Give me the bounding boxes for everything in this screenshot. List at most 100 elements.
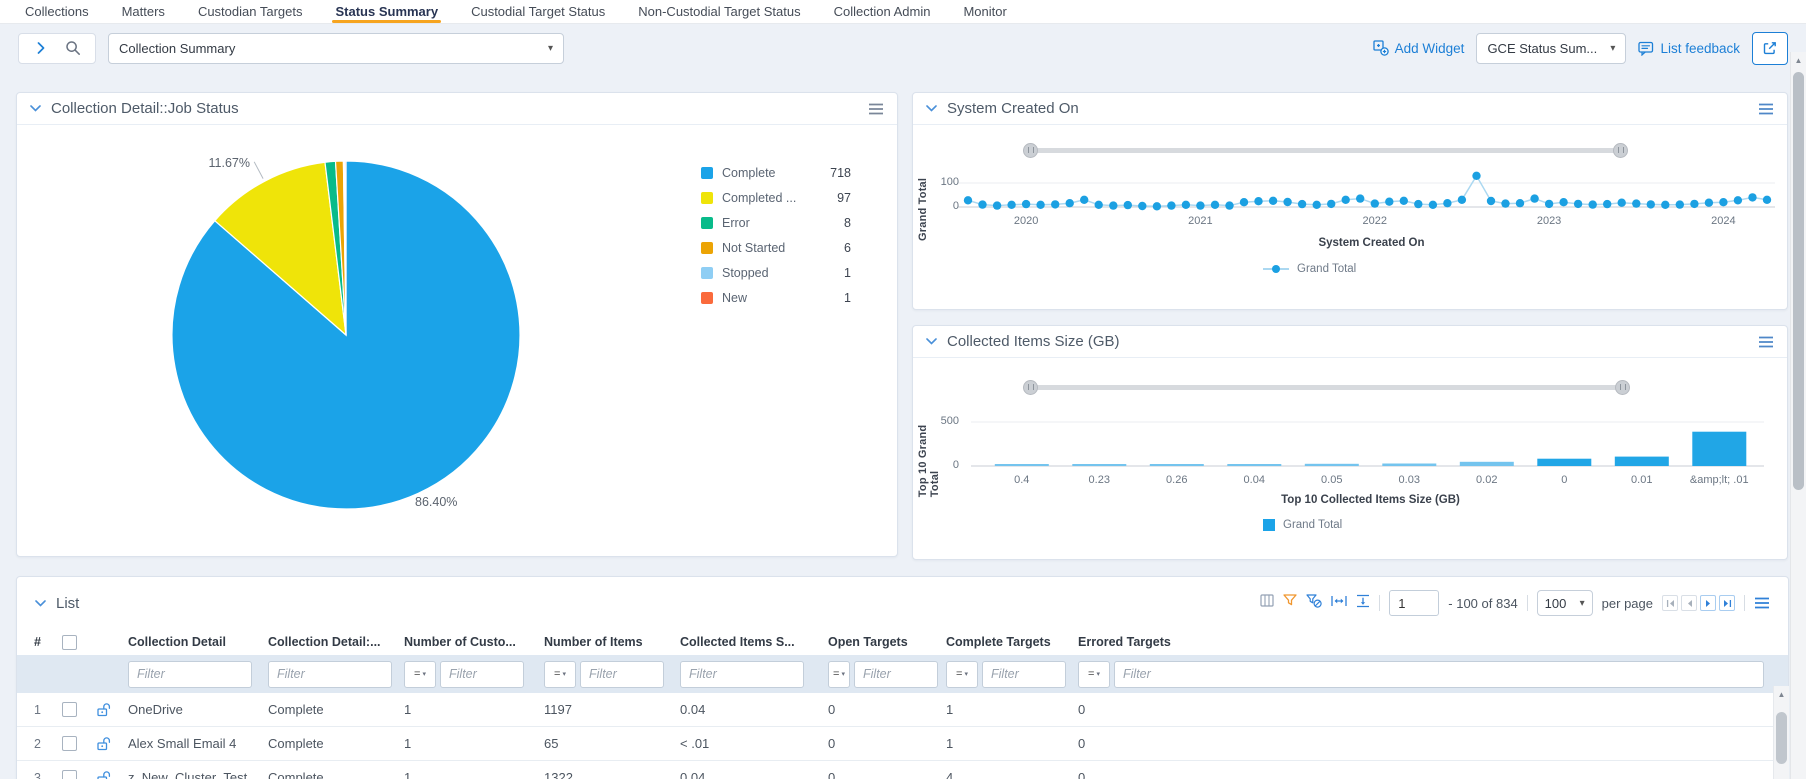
list-menu-button[interactable] [1754,597,1770,609]
chart-legend[interactable]: Grand Total [1263,263,1356,275]
bar--amp-lt-.01[interactable] [1692,431,1747,466]
line-point[interactable] [992,201,1002,210]
bar-0.02[interactable] [1459,461,1514,466]
clear-filter-button[interactable] [1306,593,1322,613]
line-point[interactable] [1486,196,1496,206]
line-point[interactable] [963,196,973,205]
line-point[interactable] [1603,199,1612,209]
line-point[interactable] [1327,199,1336,209]
line-point[interactable] [1501,199,1510,208]
bar-0.23[interactable] [1072,464,1127,466]
line-point[interactable] [1472,171,1481,180]
line-point[interactable] [1385,197,1394,206]
line-point[interactable] [1370,199,1379,208]
tab-collection-admin[interactable]: Collection Admin [834,0,931,23]
legend-item[interactable]: Error 8 [701,216,851,230]
line-point[interactable] [1617,198,1626,207]
legend-item[interactable]: Stopped 1 [701,266,851,280]
unlock-icon[interactable] [96,770,112,779]
line-point[interactable] [1036,200,1045,209]
chevron-down-icon[interactable] [926,105,937,112]
line-point[interactable] [1690,199,1699,209]
row-checkbox[interactable] [62,770,77,779]
table-row[interactable]: 1 OneDrive Complete 1 1197 0.04 0 1 0 [17,693,1788,727]
filter-input-5[interactable] [440,660,524,688]
filter-input-6[interactable] [580,660,664,688]
line-point[interactable] [1675,200,1684,209]
line-point[interactable] [1297,199,1307,209]
filter-button[interactable] [1283,594,1297,612]
line-point[interactable] [1254,197,1263,206]
select-all-checkbox[interactable] [62,634,77,650]
fit-column-width-button[interactable] [1331,594,1347,612]
line-point[interactable] [1239,198,1249,207]
column-chooser-button[interactable] [1260,594,1274,612]
line-point[interactable] [1021,199,1031,209]
line-point[interactable] [1457,195,1467,204]
filter-input-10[interactable] [1114,660,1764,688]
table-row[interactable]: 3 z_New_Cluster_Test Complete 1 1322 0.04 0 4 0 [17,761,1788,779]
filter-input-8[interactable] [854,660,938,688]
prev-page-button[interactable] [1681,595,1697,611]
filter-input-3[interactable] [128,660,252,688]
line-point[interactable] [1443,199,1452,208]
dashboard-view-select[interactable]: Collection Summary ▾ [108,32,564,64]
bar-0[interactable] [1537,458,1592,466]
line-point[interactable] [1196,201,1205,210]
widget-set-select[interactable]: GCE Status Sum... ▾ [1476,32,1627,64]
legend-item[interactable]: Not Started 6 [701,241,851,255]
last-page-button[interactable] [1719,595,1735,611]
line-point[interactable] [1748,193,1757,202]
table-scrollbar[interactable]: ▲ [1773,686,1789,779]
chevron-down-icon[interactable] [30,105,41,112]
tab-matters[interactable]: Matters [122,0,165,23]
line-point[interactable] [1588,200,1597,209]
line-point[interactable] [1109,201,1118,210]
comparator-select[interactable]: = ▾ [544,660,576,688]
add-widget-button[interactable]: Add Widget [1372,40,1464,56]
comparator-select[interactable]: = ▾ [828,660,850,688]
table-row[interactable]: 2 Alex Small Email 4 Complete 1 65 < .01 0 1 0 [17,727,1788,761]
line-point[interactable] [1138,201,1147,211]
line-point[interactable] [1704,198,1714,207]
legend-item[interactable]: New 1 [701,291,851,305]
list-feedback-button[interactable]: List feedback [1638,41,1740,56]
filter-input-4[interactable] [268,660,392,688]
search-button[interactable] [57,34,89,63]
filter-input-9[interactable] [982,660,1066,688]
tab-custodian-targets[interactable]: Custodian Targets [198,0,303,23]
line-point[interactable] [1632,199,1641,208]
bar-0.04[interactable] [1227,464,1282,466]
line-point[interactable] [1515,199,1525,208]
tab-custodial-target-status[interactable]: Custodial Target Status [471,0,605,23]
scroll-up-icon[interactable]: ▲ [1791,52,1806,65]
line-point[interactable] [1080,195,1089,204]
comparator-select[interactable]: = ▾ [1078,660,1110,688]
row-checkbox[interactable] [62,702,77,717]
comparator-select[interactable]: = ▾ [946,660,978,688]
first-page-button[interactable] [1662,595,1678,611]
unlock-icon[interactable] [96,702,112,717]
bar-0.05[interactable] [1304,463,1359,466]
line-point[interactable] [1573,199,1583,209]
tab-collections[interactable]: Collections [25,0,89,23]
line-point[interactable] [1341,195,1350,204]
unlock-icon[interactable] [96,736,112,751]
row-checkbox[interactable] [62,736,77,751]
tab-monitor[interactable]: Monitor [963,0,1006,23]
bar-chart[interactable] [913,358,1787,561]
page-size-select[interactable]: 100 ▾ [1536,590,1593,616]
line-point[interactable] [1007,200,1016,209]
bar-0.01[interactable] [1614,456,1669,466]
chevron-down-icon[interactable] [926,338,937,345]
scroll-up-icon[interactable]: ▲ [1774,686,1789,699]
line-point[interactable] [1123,200,1132,210]
page-number-input[interactable] [1389,590,1440,616]
line-point[interactable] [1225,201,1234,210]
next-page-button[interactable] [1700,595,1716,611]
legend-item[interactable]: Complete 718 [701,166,851,180]
chart-legend[interactable]: Grand Total [1263,519,1342,531]
line-point[interactable] [1152,202,1162,211]
legend-item[interactable]: Completed ... 97 [701,191,851,205]
line-point[interactable] [1210,200,1220,209]
